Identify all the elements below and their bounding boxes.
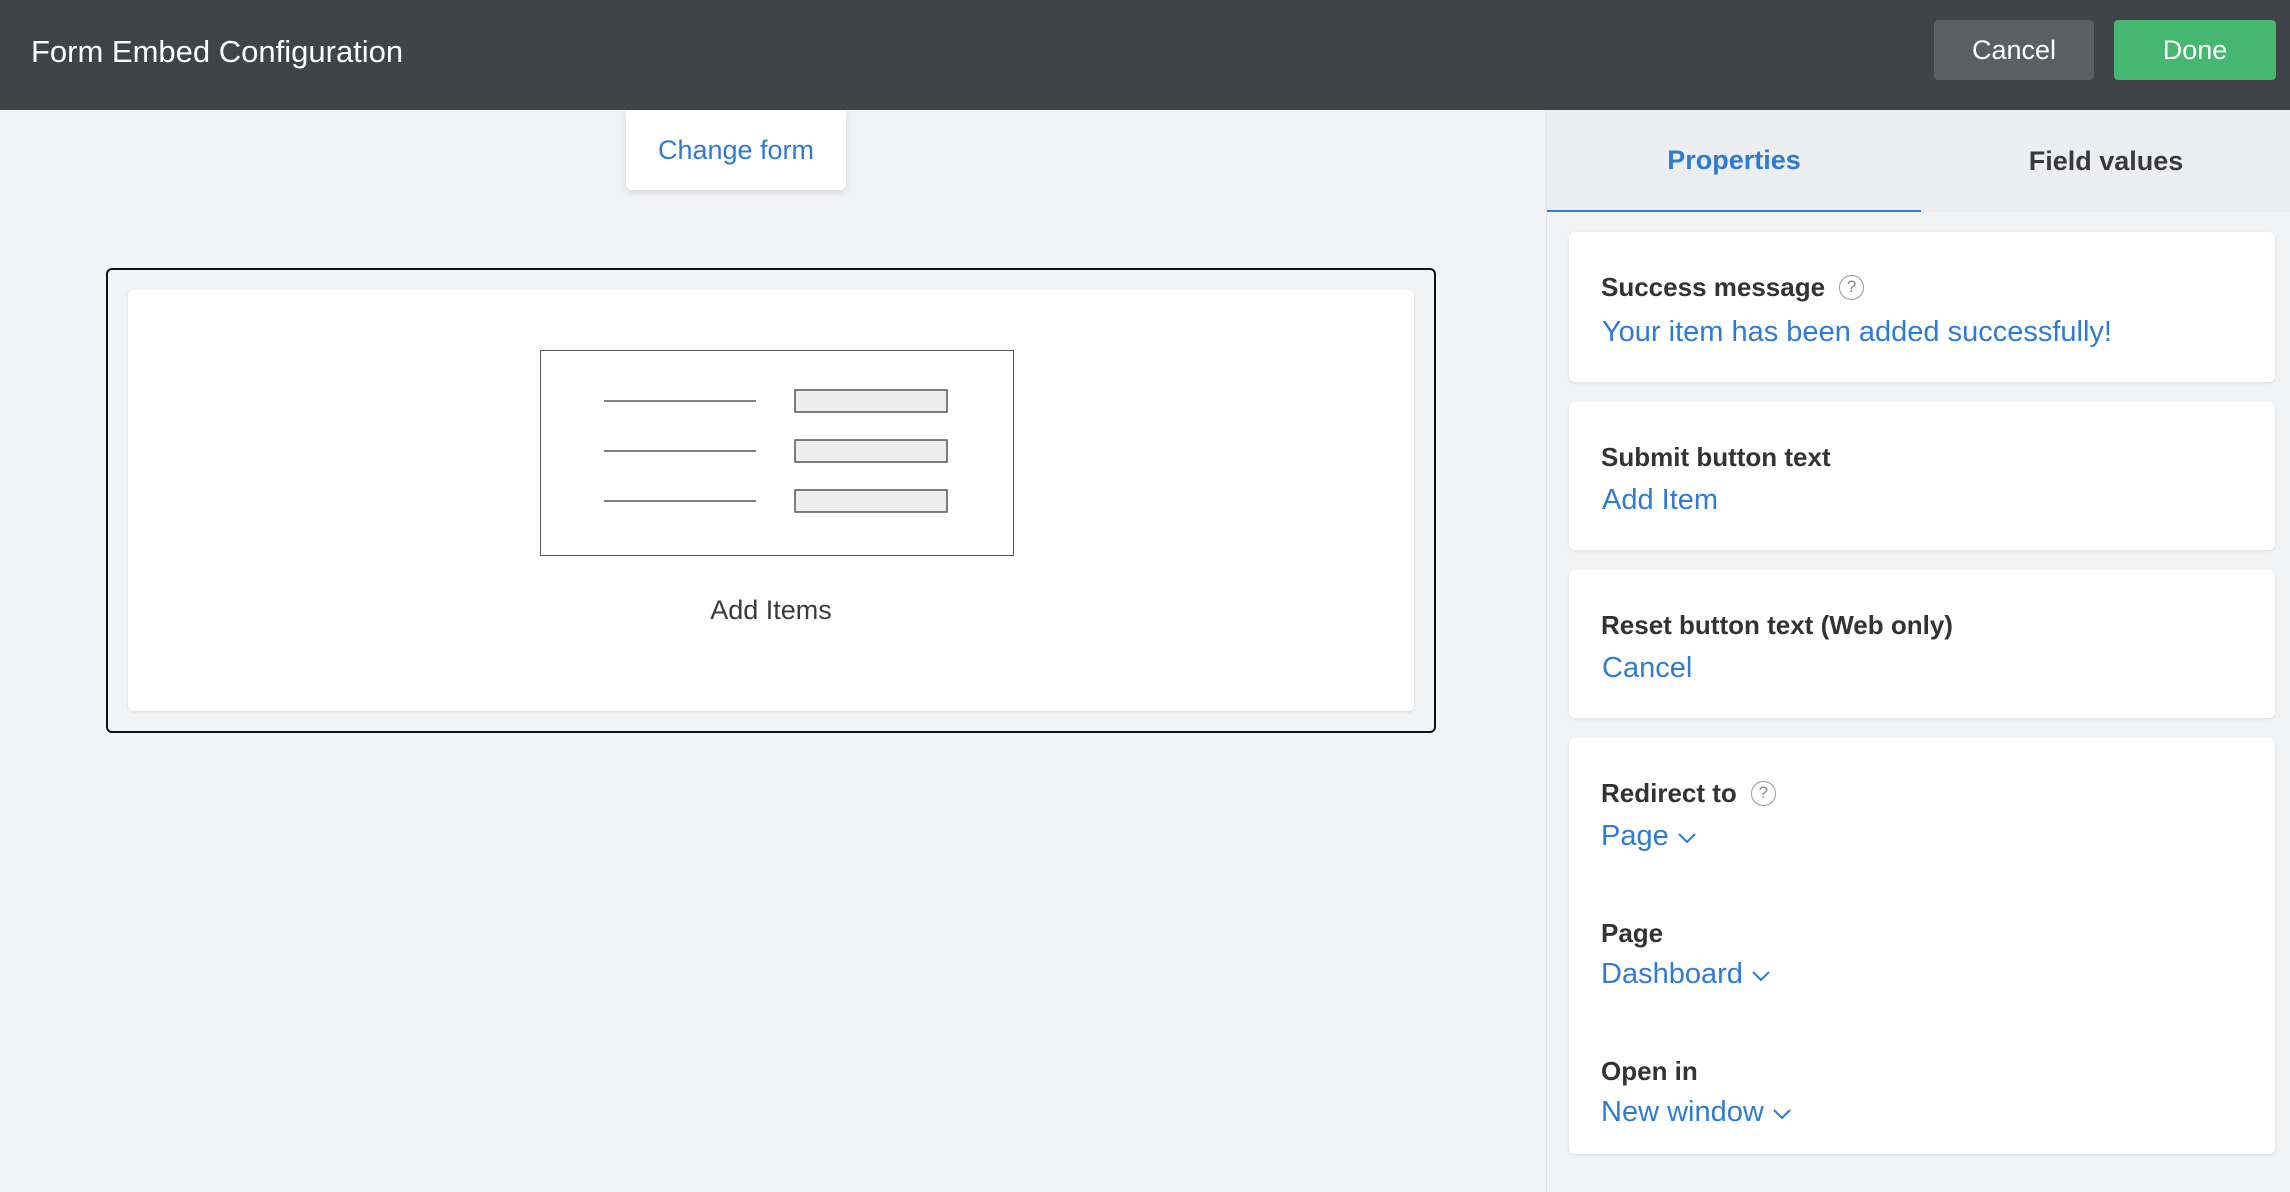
top-bar: Form Embed Configuration Cancel Done xyxy=(0,0,2290,110)
chevron-down-icon xyxy=(1772,1096,1792,1129)
form-illustration-icon xyxy=(540,350,1014,556)
tab-field-values[interactable]: Field values xyxy=(1921,110,2290,212)
redirect-card: Redirect to ? Page Page Dashboard Open i… xyxy=(1569,738,2275,1154)
success-message-label: Success message ? xyxy=(1601,272,1865,303)
help-icon[interactable]: ? xyxy=(1750,781,1776,806)
done-button[interactable]: Done xyxy=(2114,20,2276,80)
submit-button-text-label: Submit button text xyxy=(1601,442,1831,472)
submit-button-text-card: Submit button text Add Item xyxy=(1569,402,2275,550)
success-message-card: Success message ? Your item has been add… xyxy=(1569,232,2275,382)
redirect-to-value: Page xyxy=(1601,820,1669,852)
form-embed-frame[interactable]: Add Items xyxy=(106,268,1436,733)
page-value: Dashboard xyxy=(1601,958,1743,990)
redirect-to-select[interactable]: Page xyxy=(1601,820,1697,853)
open-in-select[interactable]: New window xyxy=(1601,1096,1792,1129)
reset-button-text-card: Reset button text (Web only) Cancel xyxy=(1569,570,2275,718)
redirect-to-label-text: Redirect to xyxy=(1601,778,1737,808)
success-message-field[interactable]: Your item has been added successfully! xyxy=(1602,316,2112,349)
success-message-label-text: Success message xyxy=(1601,272,1826,302)
form-embed-card: Add Items xyxy=(128,290,1414,711)
chevron-down-icon xyxy=(1751,958,1771,991)
properties-panel: Properties Field values Success message … xyxy=(1546,110,2290,1192)
open-in-label: Open in xyxy=(1601,1056,1698,1086)
page-select[interactable]: Dashboard xyxy=(1601,958,1771,991)
panel-tabs: Properties Field values xyxy=(1547,110,2290,212)
open-in-value: New window xyxy=(1601,1096,1764,1128)
chevron-down-icon xyxy=(1677,820,1697,853)
embed-form-name: Add Items xyxy=(710,595,832,625)
redirect-to-label: Redirect to ? xyxy=(1601,778,1776,809)
tab-properties[interactable]: Properties xyxy=(1547,110,1921,212)
help-icon[interactable]: ? xyxy=(1839,275,1865,300)
submit-button-text-field[interactable]: Add Item xyxy=(1602,484,1718,517)
reset-button-text-field[interactable]: Cancel xyxy=(1602,652,1692,685)
reset-button-text-label: Reset button text (Web only) xyxy=(1601,610,1953,640)
page-label: Page xyxy=(1601,918,1664,948)
change-form-button[interactable]: Change form xyxy=(626,110,846,190)
cancel-button[interactable]: Cancel xyxy=(1934,20,2094,80)
page-title: Form Embed Configuration xyxy=(31,34,404,69)
